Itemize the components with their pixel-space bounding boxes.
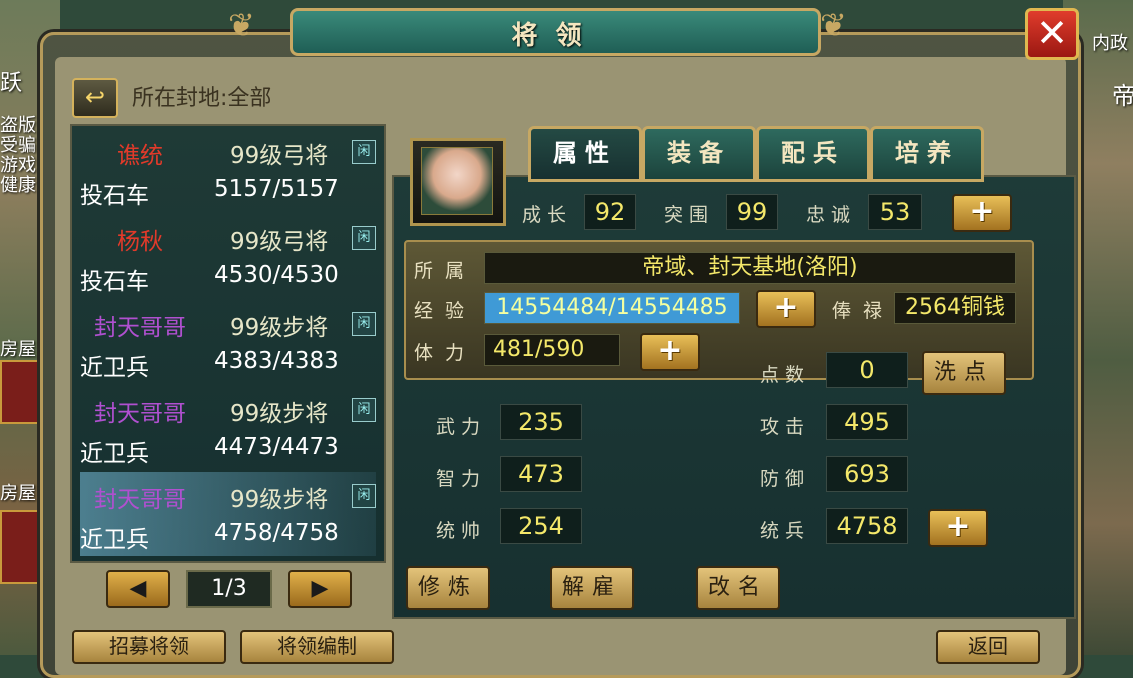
siege-value: 99 [726,194,778,230]
defense-label: 防御 [760,468,811,490]
general-name: 谯统 [117,143,163,169]
intel-value: 473 [500,456,582,492]
loyalty-label: 忠诚 [806,204,857,226]
general-level: 99级步将 [230,401,329,427]
unit-type: 投石车 [80,269,149,295]
general-list: 谯统 99级弓将 闲 投石车 5157/5157 杨秋 99级弓将 闲 投石车 … [70,124,386,563]
belong-label: 所属 [414,260,477,282]
organize-button[interactable]: 将领编制 [240,630,394,664]
next-page-button[interactable]: ▶ [288,570,352,608]
portrait-frame [410,138,506,226]
general-row[interactable]: 杨秋 99级弓将 闲 投石车 4530/4530 [80,214,376,298]
attack-label: 攻击 [760,416,811,438]
exp-value: 14554484/14554485 [484,292,740,324]
idle-tag: 闲 [352,140,376,164]
siege-label: 突围 [664,204,715,226]
idle-tag: 闲 [352,484,376,508]
points-value: 0 [826,352,908,388]
fief-filter-label: 所在封地:全部 [132,86,272,111]
salary-value: 2564铜钱 [894,292,1016,324]
back-arrow-button[interactable]: ↩ [72,78,118,118]
close-button[interactable]: ✕ [1025,8,1079,60]
side-text: 跃 [0,71,23,96]
reset-points-button[interactable]: 洗点 [922,351,1006,395]
intel-label: 智力 [436,468,487,490]
stamina-plus-button[interactable]: + [640,333,700,371]
general-name: 封天哥哥 [94,315,186,341]
growth-label: 成长 [522,204,573,226]
tab-troops[interactable]: 配兵 [756,126,870,182]
stamina-label: 体力 [414,342,477,364]
points-label: 点数 [760,364,811,386]
panel-title: 将领 [511,21,600,51]
title-bar: 将领 [290,8,821,56]
idle-tag: 闲 [352,312,376,336]
general-row[interactable]: 封天哥哥 99级步将 闲 近卫兵 4383/4383 [80,300,376,384]
ornament-icon: ❦ [228,6,255,44]
page-indicator: 1/3 [186,570,272,608]
general-level: 99级弓将 [230,229,329,255]
unit-type: 投石车 [80,183,149,209]
loyalty-plus-button[interactable]: + [952,194,1012,232]
side-text: 房屋 [0,339,36,360]
idle-tag: 闲 [352,226,376,250]
side-text: 游戏 [0,155,36,176]
troops-plus-button[interactable]: + [928,509,988,547]
general-portrait [421,147,493,215]
return-button[interactable]: 返回 [936,630,1040,664]
side-text[interactable]: 帝 [1112,84,1133,108]
force-value: 235 [500,404,582,440]
growth-value: 92 [584,194,636,230]
lead-value: 254 [500,508,582,544]
house-roof [0,510,42,584]
train-button[interactable]: 修炼 [406,566,490,610]
troop-count: 4758/4758 [214,520,339,546]
unit-type: 近卫兵 [80,441,149,467]
side-text: 健康 [0,175,36,196]
tab-equipment[interactable]: 装备 [642,126,756,182]
attack-value: 495 [826,404,908,440]
unit-type: 近卫兵 [80,527,149,553]
general-level: 99级弓将 [230,143,329,169]
exp-label: 经验 [414,300,477,322]
troops-label: 统兵 [760,520,811,542]
ornament-icon: ❦ [820,6,847,44]
tab-cultivate[interactable]: 培养 [870,126,984,182]
general-row-selected[interactable]: 封天哥哥 99级步将 闲 近卫兵 4758/4758 [80,472,376,556]
general-name: 封天哥哥 [94,487,186,513]
general-level: 99级步将 [230,315,329,341]
side-text: 受骗 [0,135,36,156]
troops-value: 4758 [826,508,908,544]
idle-tag: 闲 [352,398,376,422]
troop-count: 4473/4473 [214,434,339,460]
rename-button[interactable]: 改名 [696,566,780,610]
troop-count: 5157/5157 [214,176,339,202]
dismiss-button[interactable]: 解雇 [550,566,634,610]
side-text: 房屋 [0,483,36,504]
troop-count: 4383/4383 [214,348,339,374]
general-name: 封天哥哥 [94,401,186,427]
general-row[interactable]: 封天哥哥 99级步将 闲 近卫兵 4473/4473 [80,386,376,470]
unit-type: 近卫兵 [80,355,149,381]
tab-attributes[interactable]: 属性 [528,126,642,182]
general-name: 杨秋 [117,229,163,255]
exp-plus-button[interactable]: + [756,290,816,328]
prev-page-button[interactable]: ◀ [106,570,170,608]
side-text: 盗版 [0,115,36,136]
stamina-value: 481/590 [484,334,620,366]
loyalty-value: 53 [868,194,922,230]
house-roof [0,360,42,424]
lead-label: 统帅 [436,520,487,542]
general-level: 99级步将 [230,487,329,513]
recruit-button[interactable]: 招募将领 [72,630,226,664]
side-text[interactable]: 内政 [1092,34,1128,54]
defense-value: 693 [826,456,908,492]
salary-label: 俸禄 [832,300,895,322]
troop-count: 4530/4530 [214,262,339,288]
general-row[interactable]: 谯统 99级弓将 闲 投石车 5157/5157 [80,128,376,212]
force-label: 武力 [436,416,487,438]
belong-value: 帝域、封天基地(洛阳) [484,252,1016,284]
